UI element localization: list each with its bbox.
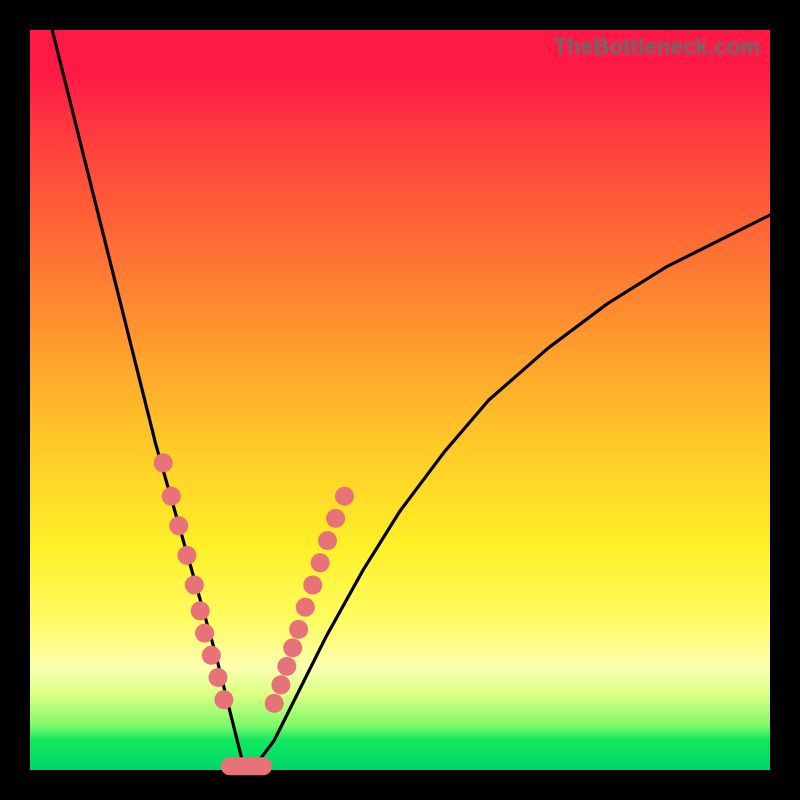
marker-dot [169,516,188,535]
marker-dot [296,598,315,617]
marker-dot [277,657,296,676]
marker-dot [195,624,214,643]
marker-dot [154,453,173,472]
marker-dot [209,668,228,687]
left-arm-dots [154,453,234,709]
marker-dot [311,553,330,572]
marker-dot [335,487,354,506]
marker-dot [202,646,221,665]
marker-dot [289,620,308,639]
marker-dot [265,694,284,713]
curve-layer [30,30,770,770]
marker-dot [283,638,302,657]
bottleneck-curve-path [52,30,770,770]
marker-dot [271,675,290,694]
marker-dot [185,576,204,595]
marker-dot [326,509,345,528]
marker-dot [303,576,322,595]
marker-dot [177,546,196,565]
right-arm-dots [265,487,354,713]
marker-dot [318,531,337,550]
marker-dot [191,601,210,620]
marker-dot [162,487,181,506]
chart-frame: TheBottleneck.com [0,0,800,800]
marker-dot [214,690,233,709]
plot-area: TheBottleneck.com [30,30,770,770]
